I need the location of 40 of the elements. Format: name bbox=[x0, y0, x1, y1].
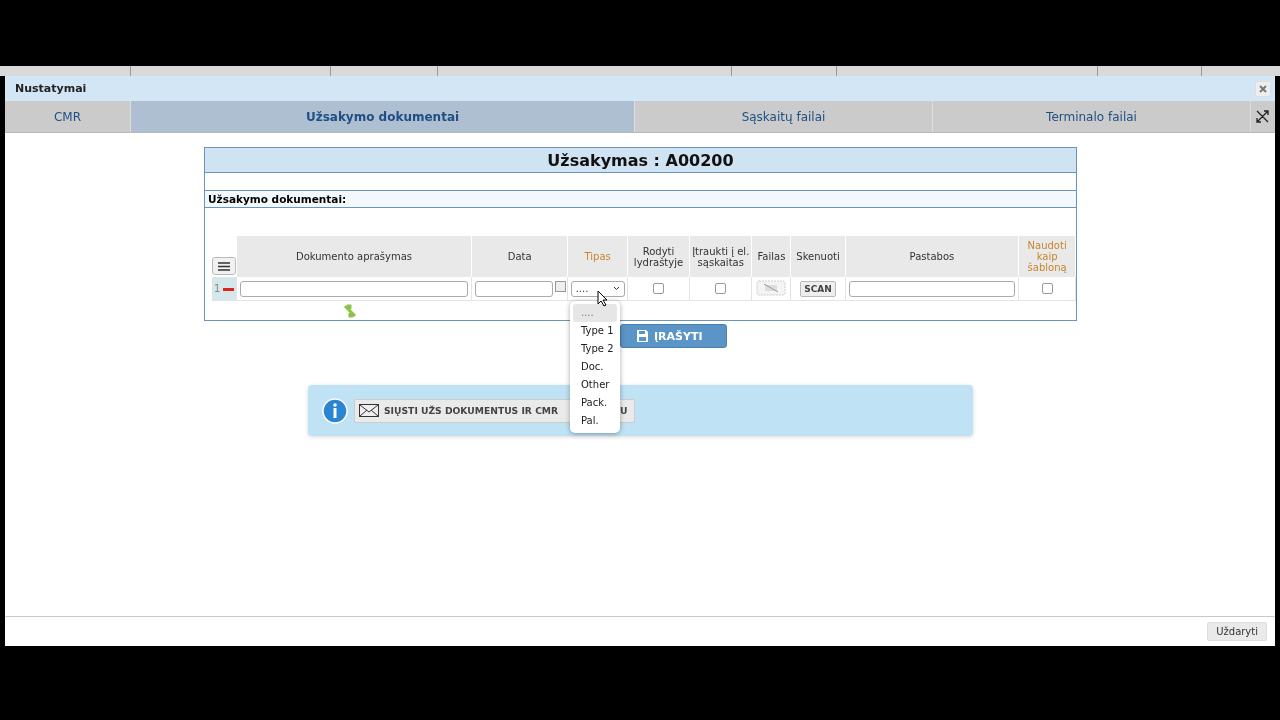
column-header: Pastabos bbox=[909, 251, 955, 262]
remove-icon[interactable] bbox=[223, 287, 235, 291]
expand-icon[interactable] bbox=[1256, 110, 1269, 123]
scan-button[interactable]: SCAN bbox=[800, 280, 836, 297]
info-icon bbox=[322, 397, 348, 424]
close-icon[interactable] bbox=[1255, 80, 1271, 97]
checkbox[interactable] bbox=[715, 283, 727, 295]
caret-icon bbox=[612, 286, 620, 291]
dropdown-option[interactable]: Doc. bbox=[573, 358, 617, 376]
close-button[interactable]: Uždaryti bbox=[1207, 622, 1267, 641]
file-icon[interactable] bbox=[756, 279, 787, 296]
column-header: Rodyti lydraštyje bbox=[633, 245, 684, 268]
column-header: Dokumento aprašymas bbox=[296, 251, 412, 262]
date-field[interactable] bbox=[475, 280, 553, 297]
column-header: Naudoti kaip šabloną bbox=[1027, 240, 1067, 273]
input-field[interactable] bbox=[848, 280, 1015, 297]
column-header: Data bbox=[507, 251, 532, 262]
menu-icon[interactable] bbox=[212, 257, 236, 275]
checkbox[interactable] bbox=[1041, 283, 1053, 295]
column-header: Įtraukti į el. sąskaitas bbox=[692, 245, 750, 268]
dropdown-option[interactable]: Other bbox=[573, 376, 617, 394]
column-header: Failas bbox=[757, 251, 786, 262]
tab[interactable]: Sąskaitų failai bbox=[635, 101, 933, 132]
dropdown-option[interactable]: Type 2 bbox=[573, 340, 617, 358]
envelope-icon bbox=[359, 404, 379, 417]
order-title: Užsakymas : A00200 bbox=[547, 150, 734, 170]
dropdown-option[interactable]: Type 1 bbox=[573, 322, 617, 340]
column-header: Skenuoti bbox=[796, 251, 840, 262]
tab[interactable]: Užsakymo dokumentai bbox=[131, 101, 635, 132]
floppy-icon bbox=[637, 330, 648, 342]
window-title: Nustatymai bbox=[15, 82, 87, 95]
column-header: Tipas bbox=[584, 251, 611, 262]
tab[interactable]: Terminalo failai bbox=[933, 101, 1251, 132]
dropdown-option[interactable]: .... bbox=[573, 304, 617, 322]
checkbox[interactable] bbox=[653, 283, 664, 295]
calendar-icon[interactable] bbox=[555, 280, 566, 292]
type-select[interactable]: .... bbox=[570, 280, 625, 297]
input-field[interactable] bbox=[240, 280, 468, 297]
section-title: Užsakymo dokumentai: bbox=[208, 193, 347, 205]
row-number: 1 bbox=[214, 283, 221, 294]
